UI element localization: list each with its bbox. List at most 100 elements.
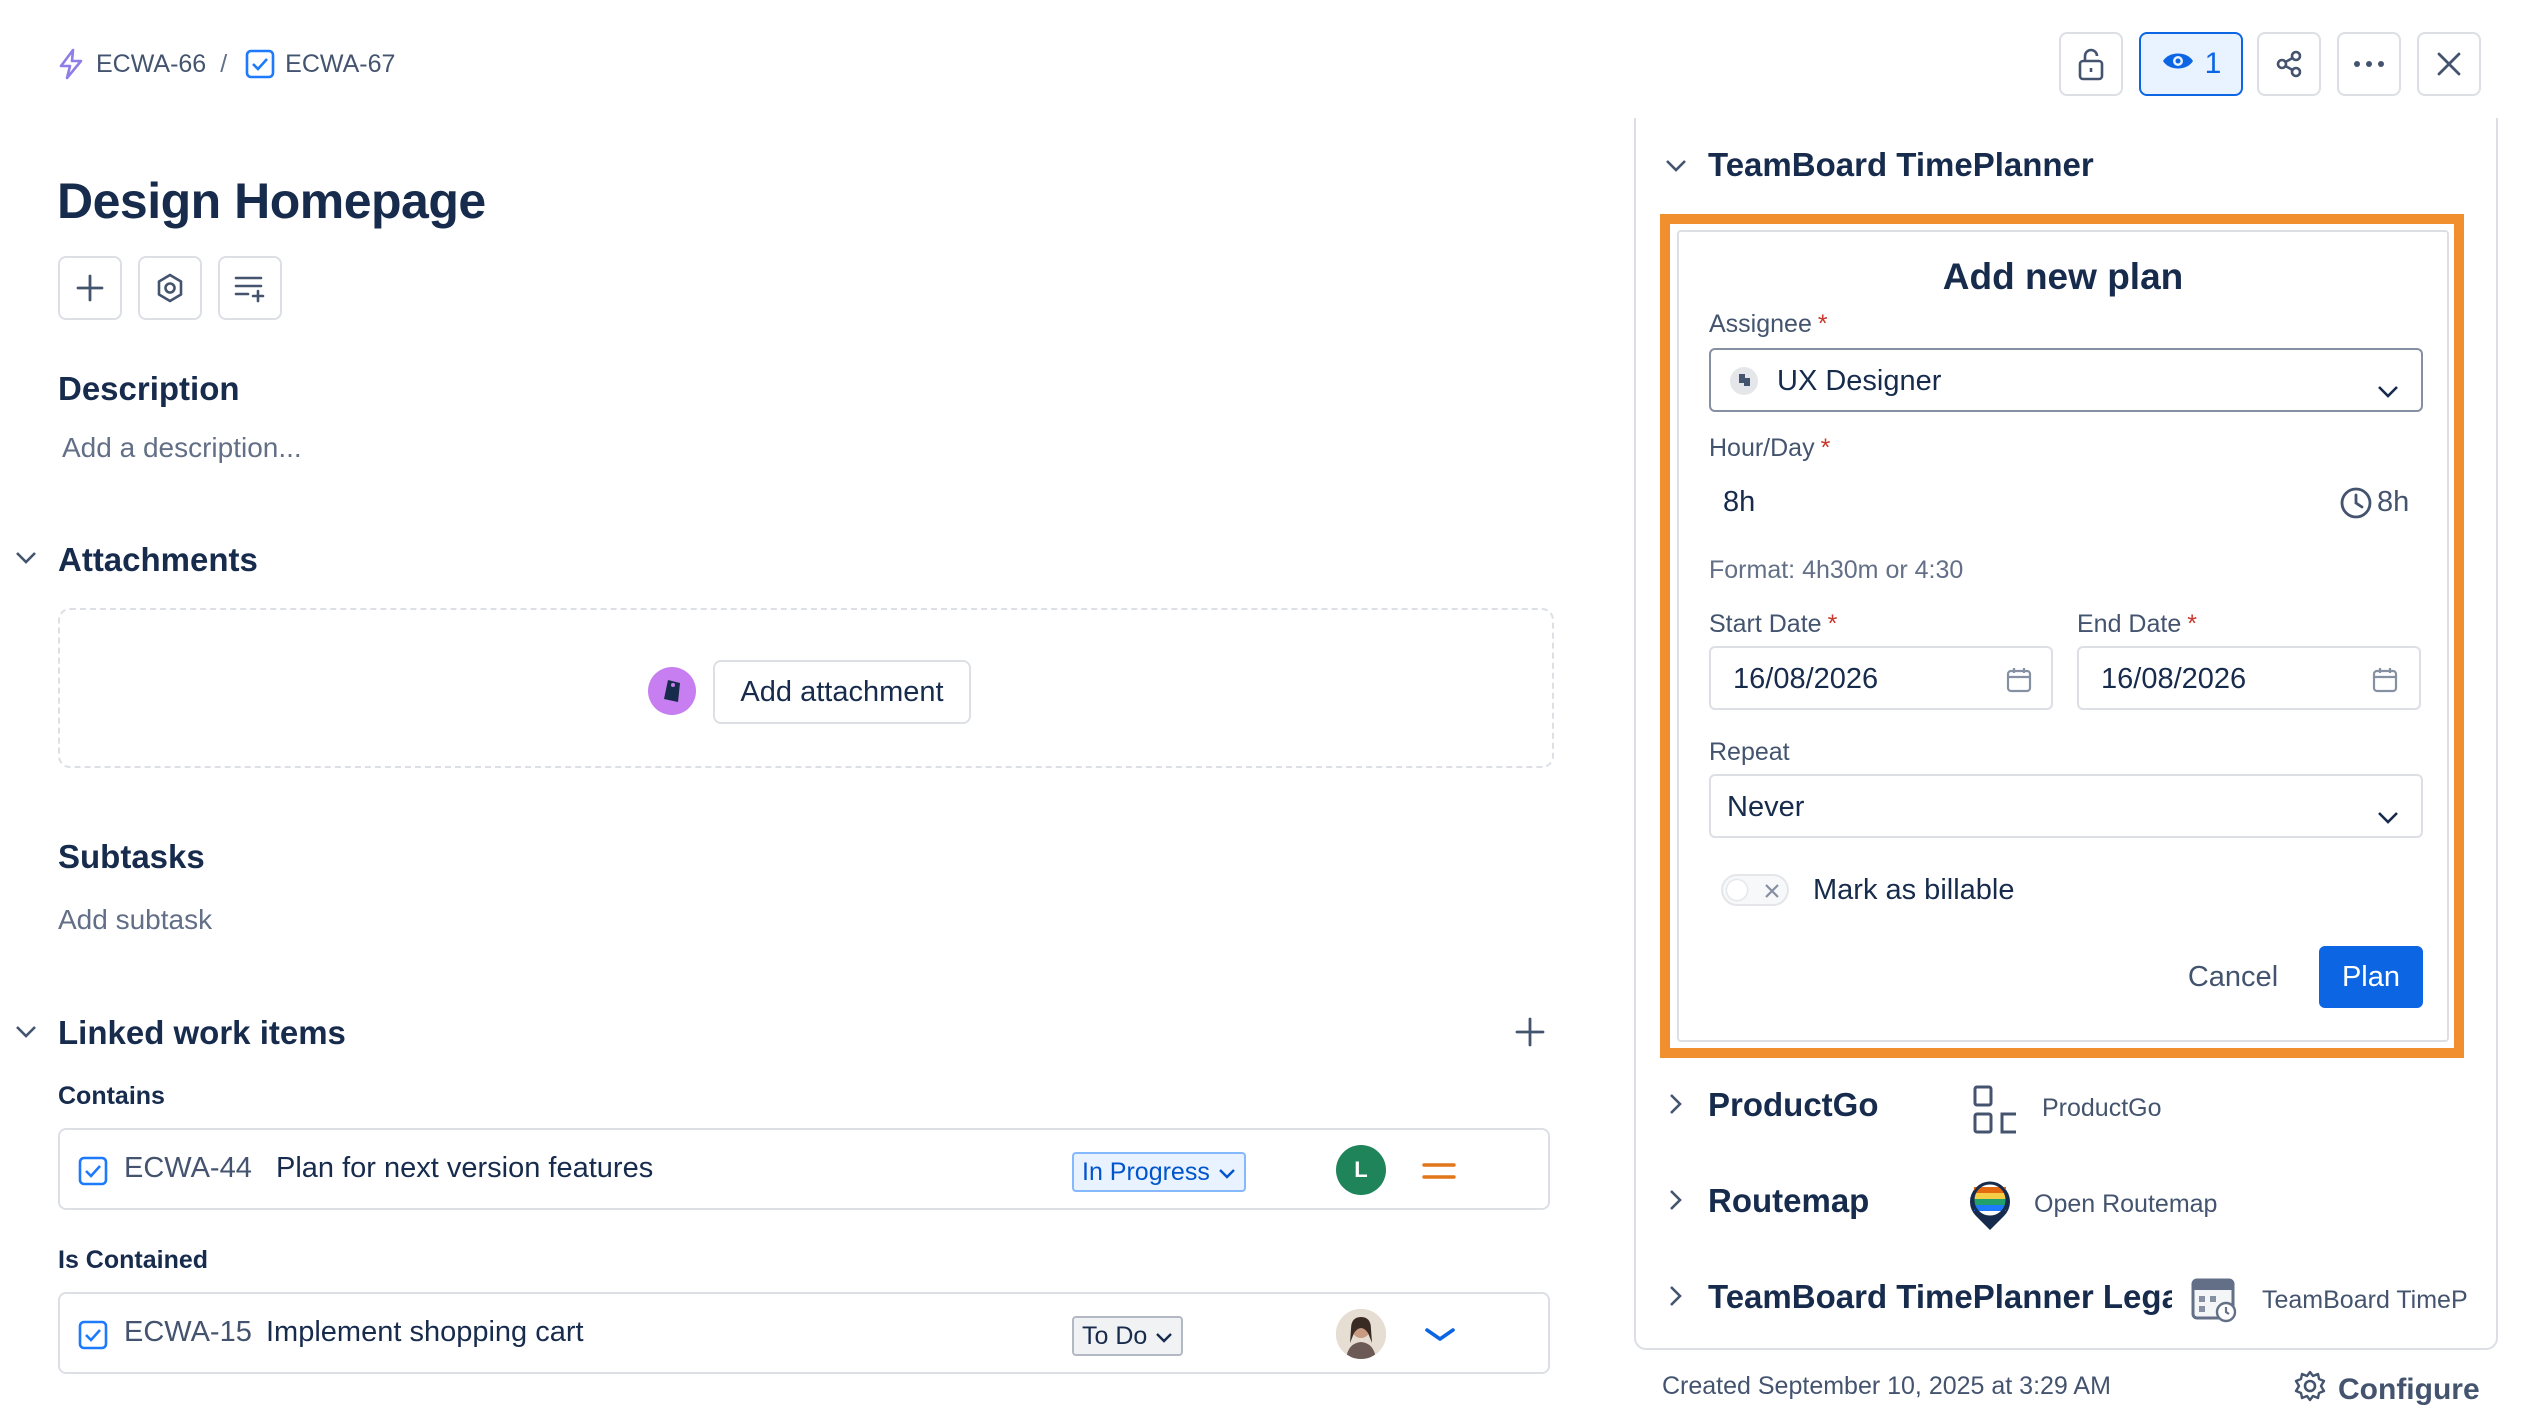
description-heading: Description [58,370,240,407]
more-horizontal-icon [2353,60,2385,68]
collapse-linked-chevron-icon[interactable] [14,1024,38,1045]
repeat-label: Repeat [1709,738,1790,766]
more-actions-button[interactable] [2337,32,2401,96]
issue-title[interactable]: Design Homepage [57,172,486,230]
form-title: Add new plan [1942,256,2184,297]
breadcrumb: ECWA-66 / ECWA-67 [56,44,395,84]
restrictions-button[interactable] [2059,32,2123,96]
list-add-icon [233,273,267,303]
repeat-value: Never [1727,791,1805,823]
timeplanner-legacy-heading[interactable]: TeamBoard TimePlanner Legac [1708,1278,2172,1316]
chevron-down-icon [2377,374,2399,407]
repeat-select[interactable]: Never [1709,774,2423,838]
attachment-app-logo-icon [648,667,696,715]
configure-label: Configure [2338,1373,2480,1406]
assignee-label: Assignee * [1709,310,1828,338]
start-date-input[interactable]: 16/08/2026 [1709,646,2053,710]
calendar-icon[interactable] [2005,666,2033,702]
linked-item-row[interactable]: ECWA-15 Implement shopping cart To Do [58,1292,1550,1374]
format-hint: Format: 4h30m or 4:30 [1709,556,1964,584]
attachments-heading: Attachments [58,541,258,578]
hours-value: 8h [1723,486,1756,518]
status-label: In Progress [1082,1157,1210,1186]
hours-label: Hour/Day * [1709,434,1831,462]
productgo-subtitle[interactable]: ProductGo [2042,1094,2162,1123]
task-checkbox-icon [78,1320,108,1355]
end-date-value: 16/08/2026 [2101,663,2247,695]
timeplanner-heading[interactable]: TeamBoard TimePlanner [1708,146,2094,184]
breadcrumb-parent-link[interactable]: ECWA-66 [96,50,206,79]
add-link-plus-icon[interactable] [1514,1016,1546,1053]
collapse-timeplanner-chevron-icon[interactable] [1664,158,1688,179]
linked-work-items-heading: Linked work items [58,1014,346,1051]
apps-button[interactable] [138,256,202,320]
status-dropdown[interactable]: In Progress [1072,1152,1246,1192]
assignee-avatar-icon [1729,366,1759,404]
gear-icon [2294,1370,2326,1410]
routemap-heading[interactable]: Routemap [1708,1182,1869,1220]
close-icon [1763,882,1781,905]
watchers-count: 1 [2204,47,2222,80]
user-photo-icon [1336,1309,1386,1359]
created-timestamp: Created September 10, 2025 at 3:29 AM [1662,1372,2111,1400]
eye-icon [2161,47,2195,81]
unlock-icon [2076,47,2106,81]
add-subtask-link[interactable]: Add subtask [58,904,212,936]
start-date-label: Start Date * [1709,610,1838,638]
linked-item-key[interactable]: ECWA-44 [124,1152,252,1185]
productgo-heading[interactable]: ProductGo [1708,1086,1879,1124]
productgo-logo-icon [1972,1084,2020,1141]
plus-icon [75,273,105,303]
assignee-avatar[interactable]: L [1336,1145,1386,1195]
add-button[interactable] [58,256,122,320]
priority-medium-icon [1422,1160,1456,1187]
start-date-value: 16/08/2026 [1733,663,1879,695]
expand-productgo-chevron-icon[interactable] [1668,1092,1684,1121]
task-checkbox-icon [78,1156,108,1191]
link-group-is-contained-label: Is Contained [58,1246,209,1274]
link-group-contains-label: Contains [58,1082,165,1110]
collapse-attachments-chevron-icon[interactable] [14,550,38,571]
timeplanner-legacy-subtitle[interactable]: TeamBoard TimeP [2262,1286,2472,1315]
hexagon-settings-icon [154,272,186,304]
linked-item-summary[interactable]: Implement shopping cart [266,1316,584,1349]
watch-button[interactable]: 1 [2139,32,2243,96]
hours-input[interactable]: 8h 8h [1709,470,2423,534]
share-button[interactable] [2257,32,2321,96]
chevron-down-icon [1155,1322,1173,1351]
status-label: To Do [1082,1321,1148,1350]
chevron-down-icon [2377,800,2399,833]
plan-button[interactable]: Plan [2319,946,2423,1008]
configure-button[interactable]: Configure [2294,1370,2480,1410]
billable-toggle[interactable] [1721,874,1789,906]
close-icon [2436,51,2462,77]
add-attachment-button[interactable]: Add attachment [713,660,971,724]
chevron-down-icon [1218,1158,1236,1187]
breadcrumb-current-link[interactable]: ECWA-67 [285,50,395,79]
linked-item-key[interactable]: ECWA-15 [124,1316,252,1349]
assignee-value: UX Designer [1777,365,1942,397]
billable-label: Mark as billable [1813,874,2015,906]
expand-timeplanner-legacy-chevron-icon[interactable] [1668,1284,1684,1313]
share-icon [2274,49,2304,79]
end-date-label: End Date * [2077,610,2197,638]
description-input[interactable]: Add a description... [62,432,302,464]
routemap-subtitle[interactable]: Open Routemap [2034,1190,2217,1219]
assignee-avatar[interactable] [1336,1309,1386,1359]
epic-lightning-icon [56,48,86,80]
add-checklist-button[interactable] [218,256,282,320]
priority-low-icon [1424,1326,1456,1349]
linked-item-row[interactable]: ECWA-44 Plan for next version features I… [58,1128,1550,1210]
assignee-select[interactable]: UX Designer [1709,348,2423,412]
add-plan-form: Add new plan Assignee * UX Designer Hour/… [1677,230,2449,1042]
expand-routemap-chevron-icon[interactable] [1668,1188,1684,1217]
calendar-icon[interactable] [2371,666,2399,702]
linked-item-summary[interactable]: Plan for next version features [276,1152,653,1185]
close-button[interactable] [2417,32,2481,96]
breadcrumb-separator: / [220,49,228,78]
end-date-input[interactable]: 16/08/2026 [2077,646,2421,710]
cancel-button[interactable]: Cancel [2176,946,2290,1008]
toggle-knob [1727,880,1747,900]
status-dropdown[interactable]: To Do [1072,1316,1184,1356]
subtasks-heading: Subtasks [58,838,205,875]
